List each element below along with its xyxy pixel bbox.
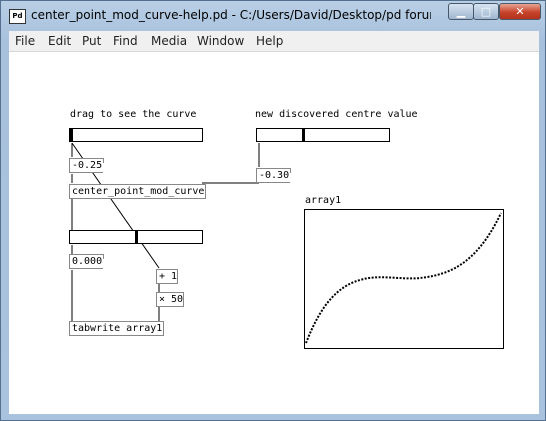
maximize-button[interactable]: □ [473,3,499,20]
comment-centre: new discovered centre value [255,109,418,120]
patch-canvas[interactable]: drag to see the curve new discovered cen… [9,52,539,414]
menu-bar: File Edit Put Find Media Window Help [9,31,539,52]
number-box-top[interactable]: -0.25 [69,158,103,173]
number-box-mid[interactable]: 0.000 [69,254,103,269]
pd-app-icon: Pd [9,9,26,24]
slider-knob[interactable] [135,231,138,243]
minimize-button[interactable]: ▁ [448,3,474,20]
close-button[interactable]: ✕ [499,3,541,20]
title-bar[interactable]: Pd center_point_mod_curve-help.pd - C:/U… [1,1,546,31]
menu-window[interactable]: Window [197,34,244,48]
slider-knob[interactable] [302,129,305,141]
object-multiply[interactable]: × 50 [156,292,184,307]
array-graph[interactable] [304,209,504,349]
menu-edit[interactable]: Edit [48,34,71,48]
menu-file[interactable]: File [15,34,35,48]
hslider-input[interactable] [69,128,203,142]
hslider-mid[interactable] [69,230,203,244]
menu-media[interactable]: Media [151,34,187,48]
menu-find[interactable]: Find [113,34,138,48]
minimize-icon: ▁ [456,5,466,18]
comment-drag: drag to see the curve [70,109,197,120]
maximize-icon: □ [480,5,492,18]
hslider-centre[interactable] [256,128,390,142]
object-center-point-mod-curve[interactable]: center_point_mod_curve [69,184,206,199]
slider-knob[interactable] [70,129,73,141]
array-label: array1 [305,195,342,206]
array-curve [305,212,502,344]
menu-put[interactable]: Put [82,34,101,48]
pd-window: Pd center_point_mod_curve-help.pd - C:/U… [0,0,546,421]
object-add[interactable]: + 1 [156,269,178,284]
menu-help[interactable]: Help [256,34,283,48]
close-icon: ✕ [515,5,525,18]
number-box-centre[interactable]: -0.30 [256,168,290,183]
object-tabwrite[interactable]: tabwrite array1 [69,321,164,336]
window-title: center_point_mod_curve-help.pd - C:/User… [31,8,431,22]
